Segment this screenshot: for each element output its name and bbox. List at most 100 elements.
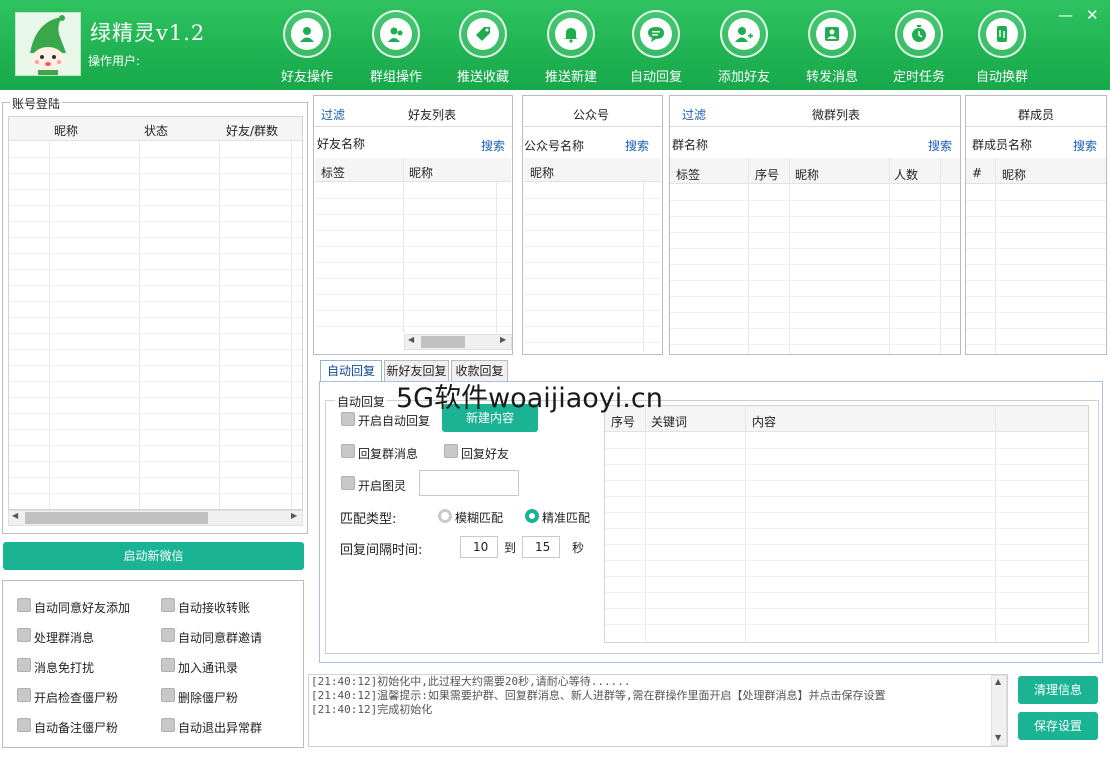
grid-line: [524, 310, 661, 311]
grid-line: [9, 365, 302, 366]
nav-auto-reply[interactable]: 自动回复: [617, 10, 695, 86]
nav-add-friend[interactable]: 添加好友: [705, 10, 783, 86]
option-label: 删除僵尸粉: [178, 691, 239, 705]
grid-line: [524, 246, 661, 247]
account-login-legend: 账号登陆: [10, 95, 63, 112]
nav-label: 推送收藏: [456, 70, 509, 85]
option-label: 消息免打扰: [34, 661, 95, 675]
grid-line: [966, 328, 1106, 329]
scroll-right-icon[interactable]: ▶: [291, 511, 297, 520]
minimize-button[interactable]: —: [1058, 6, 1073, 24]
fuzzy-match-radio[interactable]: [438, 509, 452, 523]
grid-line: [9, 221, 302, 222]
enable-auto-reply-checkbox[interactable]: [341, 412, 355, 426]
grid-line: [966, 200, 1106, 201]
scroll-left-icon[interactable]: ◀: [12, 511, 18, 520]
account-table: 昵称 状态 好友/群数: [8, 116, 303, 510]
option-checkbox[interactable]: [17, 658, 31, 672]
start-new-wechat-button[interactable]: 启动新微信: [3, 542, 304, 570]
option-checkbox[interactable]: [17, 628, 31, 642]
add-user-icon: [728, 18, 760, 50]
option-label: 开启检查僵尸粉: [34, 691, 119, 705]
interval-from-input[interactable]: 10: [460, 536, 498, 558]
official-account-title: 公众号: [573, 108, 610, 122]
reply-group-checkbox[interactable]: [341, 444, 355, 458]
friend-search-link[interactable]: 搜索: [481, 137, 505, 154]
col-content: 内容: [752, 415, 777, 429]
option-checkbox[interactable]: [17, 688, 31, 702]
exact-match-label: 精准匹配: [542, 511, 591, 525]
option-label: 自动接收转账: [178, 601, 251, 615]
turing-key-input[interactable]: [419, 470, 519, 496]
col-nickname: 昵称: [795, 168, 820, 182]
grid-line: [315, 246, 511, 247]
close-button[interactable]: ✕: [1086, 6, 1099, 24]
grid-line: [605, 592, 1088, 593]
nav-forward-message[interactable]: 转发消息: [793, 10, 871, 86]
option-checkbox[interactable]: [161, 658, 175, 672]
grid-line: [9, 333, 302, 334]
reply-friend-label: 回复好友: [461, 447, 510, 461]
col-friend-group-count: 好友/群数: [226, 124, 279, 138]
grid-line: [605, 608, 1088, 609]
option-checkbox[interactable]: [17, 598, 31, 612]
grid-line: [9, 317, 302, 318]
group-name-label: 群名称: [672, 138, 709, 152]
save-settings-button[interactable]: 保存设置: [1018, 712, 1098, 740]
scroll-up-icon[interactable]: ▲: [995, 677, 1001, 686]
reply-friend-checkbox[interactable]: [444, 444, 458, 458]
enable-turing-checkbox[interactable]: [341, 476, 355, 490]
friend-filter-link[interactable]: 过滤: [321, 106, 345, 123]
group-member-title: 群成员: [1018, 108, 1055, 122]
scroll-left-icon[interactable]: ◀: [408, 335, 414, 344]
nav-friend-ops[interactable]: 好友操作: [268, 10, 346, 86]
grid-line: [670, 216, 960, 217]
group-filter-link[interactable]: 过滤: [682, 106, 706, 123]
grid-line: [315, 326, 511, 327]
nav-scheduled-task[interactable]: 定时任务: [880, 10, 958, 86]
clear-info-button[interactable]: 清理信息: [1018, 676, 1098, 704]
log-panel: [21:40:12]初始化中,此过程大约需要20秒,请耐心等待...... [2…: [308, 674, 1008, 747]
nav-auto-switch-group[interactable]: 自动换群: [963, 10, 1041, 86]
nav-group-ops[interactable]: 群组操作: [357, 10, 435, 86]
tab-auto-reply[interactable]: 自动回复: [320, 360, 382, 382]
interval-to-input[interactable]: 15: [522, 536, 560, 558]
nav-push-new[interactable]: 推送新建: [532, 10, 610, 86]
group-search-link[interactable]: 搜索: [928, 137, 952, 154]
grid-line: [9, 413, 302, 414]
log-vscrollbar[interactable]: ▲ ▼: [991, 675, 1007, 746]
nav-label: 群组操作: [369, 70, 422, 85]
member-search-link[interactable]: 搜索: [1073, 137, 1097, 154]
option-checkbox[interactable]: [17, 718, 31, 732]
option-checkbox[interactable]: [161, 628, 175, 642]
grid-line: [524, 294, 661, 295]
nav-push-favorites[interactable]: 推送收藏: [444, 10, 522, 86]
exact-match-radio[interactable]: [525, 509, 539, 523]
scroll-right-icon[interactable]: ▶: [500, 335, 506, 344]
grid-line: [670, 296, 960, 297]
col-index: 序号: [611, 415, 636, 429]
log-line: [21:40:12]完成初始化: [311, 703, 433, 716]
grid-line: [966, 264, 1106, 265]
group-list-title: 微群列表: [812, 108, 861, 122]
grid-line: [524, 342, 661, 343]
grid-line: [9, 237, 302, 238]
scroll-thumb[interactable]: [25, 512, 208, 524]
nav-label: 推送新建: [544, 70, 597, 85]
grid-line: [9, 381, 302, 382]
fuzzy-match-label: 模糊匹配: [455, 511, 504, 525]
col-status: 状态: [144, 124, 169, 138]
option-checkbox[interactable]: [161, 688, 175, 702]
grid-line: [315, 198, 511, 199]
scroll-down-icon[interactable]: ▼: [995, 733, 1001, 742]
official-search-link[interactable]: 搜索: [625, 137, 649, 154]
grid-line: [605, 624, 1088, 625]
col-tag: 标签: [676, 168, 701, 182]
scroll-thumb[interactable]: [421, 336, 465, 348]
grid-line: [605, 464, 1088, 465]
grid-line: [605, 576, 1088, 577]
option-checkbox[interactable]: [161, 598, 175, 612]
option-checkbox[interactable]: [161, 718, 175, 732]
account-hscrollbar[interactable]: ◀ ▶: [8, 510, 303, 526]
friend-hscrollbar[interactable]: ◀ ▶: [404, 334, 512, 350]
